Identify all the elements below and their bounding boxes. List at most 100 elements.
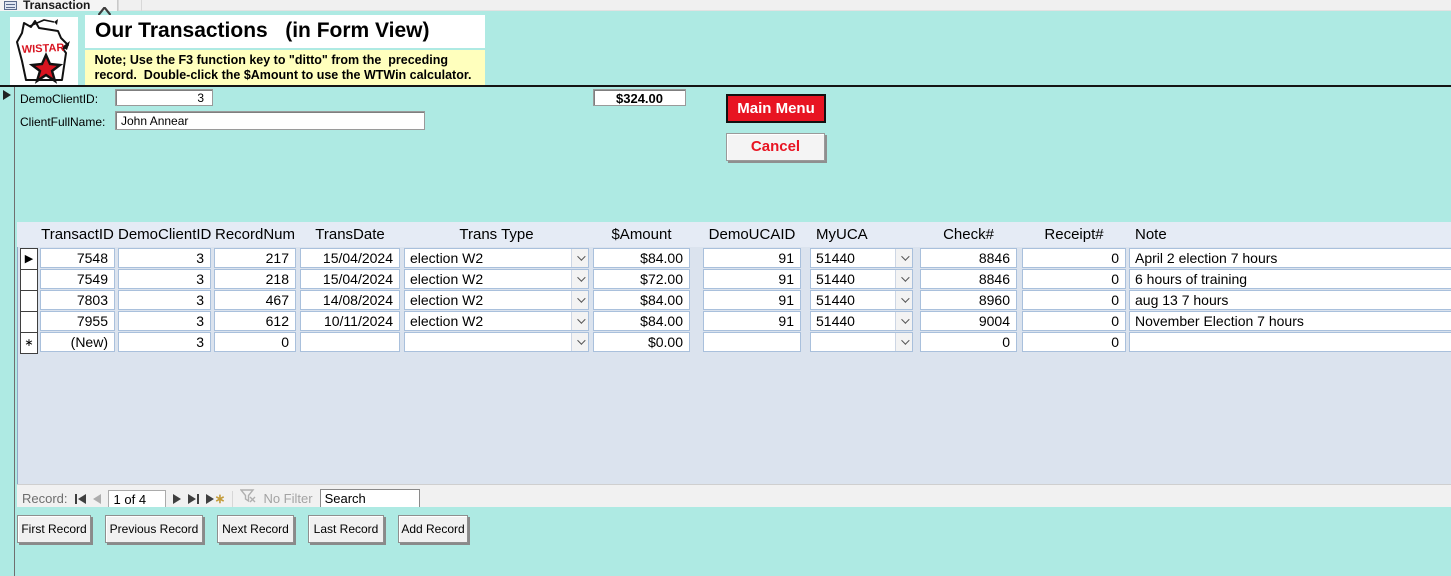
search-input[interactable]	[319, 489, 420, 507]
cell-transdate[interactable]: 14/08/2024	[300, 290, 400, 310]
cell-transdate[interactable]: 15/04/2024	[300, 248, 400, 268]
dropdown-arrow-icon[interactable]	[571, 249, 588, 267]
cell-transactid[interactable]: 7548	[40, 248, 115, 268]
first-record-icon[interactable]	[74, 493, 86, 504]
row-selector[interactable]	[20, 311, 38, 333]
column-header-recordnum[interactable]: RecordNum	[214, 226, 296, 244]
cell-democlientid[interactable]: 3	[118, 290, 211, 310]
cell-receipt[interactable]: 0	[1022, 332, 1126, 352]
cell-democlientid[interactable]: 3	[118, 332, 211, 352]
row-selector[interactable]	[20, 269, 38, 291]
cell-note[interactable]: aug 13 7 hours	[1129, 290, 1451, 310]
column-header-note[interactable]: Note	[1129, 226, 1451, 244]
dropdown-arrow-icon[interactable]	[571, 291, 588, 309]
cell-note[interactable]: April 2 election 7 hours	[1129, 248, 1451, 268]
cancel-button[interactable]: Cancel	[726, 133, 825, 161]
cell-transtype-combobox[interactable]: election W2	[404, 248, 589, 268]
main-menu-button[interactable]: Main Menu	[726, 94, 826, 123]
row-selector[interactable]	[20, 290, 38, 312]
dropdown-arrow-icon[interactable]	[895, 249, 912, 267]
column-header-check[interactable]: Check#	[920, 226, 1017, 244]
column-header-amount[interactable]: $Amount	[593, 226, 690, 244]
add-record-button[interactable]: Add Record	[398, 515, 468, 543]
dropdown-arrow-icon[interactable]	[895, 312, 912, 330]
cell-demoucaid[interactable]: 91	[703, 269, 801, 289]
cell-transtype-combobox[interactable]: election W2	[404, 311, 589, 331]
cell-transtype-combobox[interactable]: election W2	[404, 269, 589, 289]
cell-myuca-combobox[interactable]: 51440	[810, 311, 913, 331]
cell-note[interactable]	[1129, 332, 1451, 352]
column-header-transtype[interactable]: Trans Type	[404, 226, 589, 244]
cell-check[interactable]: 8960	[920, 290, 1017, 310]
cell-amount[interactable]: $72.00	[593, 269, 690, 289]
cell-transtype-combobox[interactable]: election W2	[404, 290, 589, 310]
row-selector[interactable]: ∗	[20, 332, 38, 354]
cell-transdate[interactable]	[300, 332, 400, 352]
cell-receipt[interactable]: 0	[1022, 290, 1126, 310]
column-header-demoucaid[interactable]: DemoUCAID	[703, 226, 801, 244]
cell-transactid[interactable]: (New)	[40, 332, 115, 352]
cell-receipt[interactable]: 0	[1022, 311, 1126, 331]
cell-amount[interactable]: $84.00	[593, 248, 690, 268]
last-record-button[interactable]: Last Record	[308, 515, 384, 543]
cell-check[interactable]: 8846	[920, 269, 1017, 289]
cell-transactid[interactable]: 7955	[40, 311, 115, 331]
row-selector[interactable]: ▶	[20, 248, 38, 270]
demo-client-id-field[interactable]: 3	[115, 89, 213, 106]
column-header-democlientid[interactable]: DemoClientID	[118, 226, 211, 244]
cell-transtype-combobox[interactable]	[404, 332, 589, 352]
cell-democlientid[interactable]: 3	[118, 248, 211, 268]
dropdown-arrow-icon[interactable]	[895, 333, 912, 351]
cell-recordnum[interactable]: 467	[214, 290, 296, 310]
client-full-name-field[interactable]: John Annear	[115, 111, 425, 130]
tab-transaction[interactable]: Transaction	[0, 0, 118, 16]
next-record-icon[interactable]	[172, 493, 181, 504]
cell-democlientid[interactable]: 3	[118, 311, 211, 331]
cell-democlientid[interactable]: 3	[118, 269, 211, 289]
column-header-transdate[interactable]: TransDate	[300, 226, 400, 244]
column-header-receipt[interactable]: Receipt#	[1022, 226, 1126, 244]
previous-record-button[interactable]: Previous Record	[105, 515, 203, 543]
total-amount-field[interactable]: $324.00	[593, 89, 686, 106]
column-header-transactid[interactable]: TransactID	[40, 226, 115, 244]
cell-note[interactable]: November Election 7 hours	[1129, 311, 1451, 331]
cell-transactid[interactable]: 7803	[40, 290, 115, 310]
filter-icon[interactable]	[239, 489, 256, 507]
cell-amount[interactable]: $84.00	[593, 290, 690, 310]
cell-recordnum[interactable]: 0	[214, 332, 296, 352]
cell-demoucaid[interactable]: 91	[703, 290, 801, 310]
new-record-icon[interactable]: ∗	[205, 492, 225, 505]
cell-receipt[interactable]: 0	[1022, 269, 1126, 289]
previous-record-icon[interactable]	[92, 493, 101, 504]
cell-demoucaid[interactable]: 91	[703, 248, 801, 268]
dropdown-arrow-icon[interactable]	[571, 312, 588, 330]
column-header-myuca[interactable]: MyUCA	[810, 226, 913, 244]
cell-transdate[interactable]: 10/11/2024	[300, 311, 400, 331]
cell-amount[interactable]: $84.00	[593, 311, 690, 331]
cell-amount[interactable]: $0.00	[593, 332, 690, 352]
cell-check[interactable]: 8846	[920, 248, 1017, 268]
cell-recordnum[interactable]: 612	[214, 311, 296, 331]
cell-check[interactable]: 0	[920, 332, 1017, 352]
cell-transtype-value: election W2	[410, 313, 484, 329]
cell-recordnum[interactable]: 217	[214, 248, 296, 268]
cell-myuca-combobox[interactable]: 51440	[810, 269, 913, 289]
cell-recordnum[interactable]: 218	[214, 269, 296, 289]
cell-check[interactable]: 9004	[920, 311, 1017, 331]
dropdown-arrow-icon[interactable]	[571, 270, 588, 288]
next-record-button[interactable]: Next Record	[217, 515, 294, 543]
cell-transactid[interactable]: 7549	[40, 269, 115, 289]
cell-demoucaid[interactable]	[703, 332, 801, 352]
cell-myuca-combobox[interactable]: 51440	[810, 290, 913, 310]
cell-myuca-combobox[interactable]	[810, 332, 913, 352]
dropdown-arrow-icon[interactable]	[895, 270, 912, 288]
dropdown-arrow-icon[interactable]	[895, 291, 912, 309]
dropdown-arrow-icon[interactable]	[571, 333, 588, 351]
last-record-icon[interactable]	[187, 493, 199, 504]
first-record-button[interactable]: First Record	[17, 515, 91, 543]
cell-receipt[interactable]: 0	[1022, 248, 1126, 268]
cell-demoucaid[interactable]: 91	[703, 311, 801, 331]
cell-myuca-combobox[interactable]: 51440	[810, 248, 913, 268]
cell-note[interactable]: 6 hours of training	[1129, 269, 1451, 289]
cell-transdate[interactable]: 15/04/2024	[300, 269, 400, 289]
